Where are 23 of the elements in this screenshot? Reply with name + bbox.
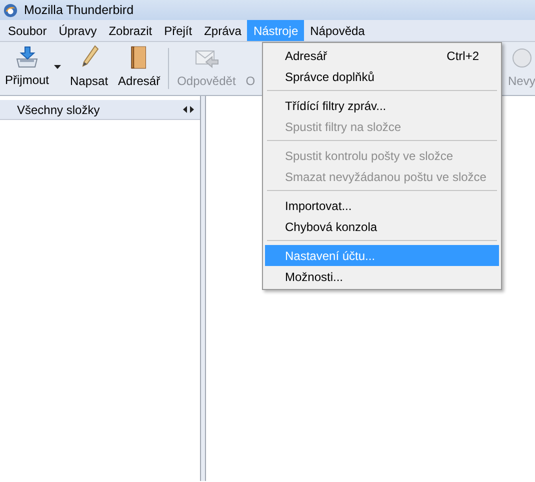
menu-item[interactable]: Možnosti... <box>265 266 499 287</box>
menu-item[interactable]: Adresář Ctrl+2 <box>265 45 499 66</box>
menu-item[interactable]: Nápověda <box>304 20 371 41</box>
shortcut-text: Ctrl+2 <box>446 48 479 64</box>
window-title: Mozilla Thunderbird <box>24 2 134 19</box>
app-icon <box>3 2 18 18</box>
toolbar-button[interactable]: Napsat <box>65 42 114 95</box>
menu-item[interactable]: Úpravy <box>52 20 103 41</box>
inbox-arrow-icon <box>14 45 40 69</box>
pane-title: Všechny složky <box>17 102 100 118</box>
menu-item[interactable]: Správce doplňků <box>265 66 499 87</box>
right-arrow-icon[interactable] <box>190 106 194 113</box>
dropdown-caret-icon[interactable] <box>54 64 62 68</box>
menu-item[interactable]: Zobrazit <box>102 20 158 41</box>
toolbar-button[interactable]: Adresář <box>113 42 166 95</box>
toolbar-button[interactable]: Přijmout <box>0 43 54 94</box>
menu-item[interactable]: Zpráva <box>198 20 248 41</box>
menu-item[interactable]: Třídící filtry zpráv... <box>265 95 499 116</box>
menu-item[interactable]: Přejít <box>158 20 198 41</box>
menu-item[interactable]: Chybová konzola <box>265 216 499 237</box>
menu-item[interactable]: Soubor <box>2 20 53 41</box>
left-arrow-icon[interactable] <box>183 106 187 113</box>
menu-item[interactable]: Importovat... <box>265 195 499 216</box>
